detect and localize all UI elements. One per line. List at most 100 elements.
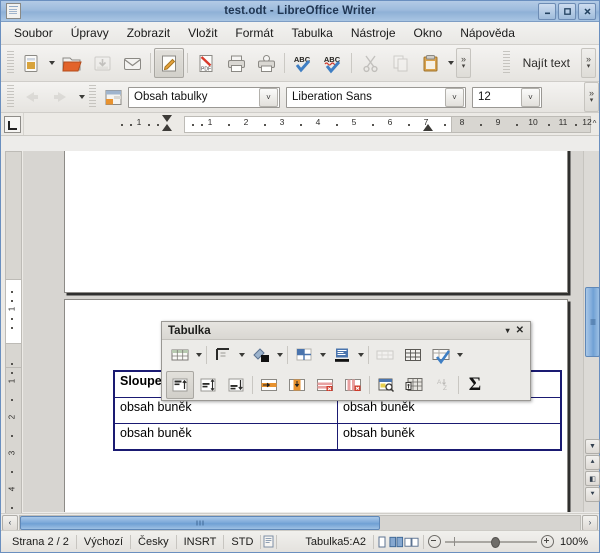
multi-page-view-icon[interactable] xyxy=(389,535,404,549)
border-color-dropdown[interactable] xyxy=(275,342,285,368)
status-language[interactable]: Česky xyxy=(131,536,176,548)
background-color-icon[interactable] xyxy=(328,341,356,369)
zoom-out-icon[interactable] xyxy=(427,535,441,548)
email-document-icon[interactable] xyxy=(117,48,147,78)
scroll-left-button[interactable]: ‹ xyxy=(2,514,18,531)
horizontal-scrollbar-track[interactable] xyxy=(19,514,581,531)
table-cell[interactable]: obsah buněk xyxy=(113,423,338,451)
delete-row-icon[interactable] xyxy=(311,371,339,399)
close-icon[interactable]: ✕ xyxy=(516,325,524,336)
formatting-history-dropdown[interactable] xyxy=(76,83,87,111)
borders-dropdown[interactable] xyxy=(318,342,328,368)
chevron-down-icon[interactable]: ˅ xyxy=(521,87,540,107)
paragraph-style-combo[interactable]: Obsah tabulky ˅ xyxy=(128,86,280,108)
new-document-icon[interactable] xyxy=(16,48,46,78)
tab-stop-selector[interactable] xyxy=(1,113,24,135)
copy-icon[interactable] xyxy=(385,48,415,78)
font-name-combo[interactable]: Liberation Sans ˅ xyxy=(286,86,466,108)
zoom-control[interactable]: 100% xyxy=(424,535,592,548)
insert-table-icon[interactable] xyxy=(166,341,194,369)
scroll-down-icon[interactable]: ▼ xyxy=(585,439,600,454)
insert-row-icon[interactable] xyxy=(255,371,283,399)
menu-nastroje[interactable]: Nástroje xyxy=(342,24,405,42)
document-canvas[interactable]: Sloupec 1 Sloupec 2 obsah buněk obsah bu… xyxy=(24,151,583,512)
merge-cells-icon[interactable] xyxy=(371,341,399,369)
menu-soubor[interactable]: Soubor xyxy=(5,24,62,42)
border-color-icon[interactable] xyxy=(247,341,275,369)
formatting-toolbar-overflow[interactable]: » ▾ xyxy=(584,82,599,112)
align-bottom-icon[interactable] xyxy=(222,371,250,399)
status-selection-mode[interactable]: STD xyxy=(224,536,260,548)
status-table-cell[interactable]: Tabulka5:A2 xyxy=(277,536,373,548)
status-page[interactable]: Strana 2 / 2 xyxy=(5,536,76,548)
arrow-back-icon[interactable] xyxy=(16,82,46,112)
left-indent-marker[interactable] xyxy=(162,124,172,131)
menu-format[interactable]: Formát xyxy=(226,24,282,42)
borders-icon[interactable] xyxy=(290,341,318,369)
export-pdf-icon[interactable]: PDF xyxy=(191,48,221,78)
spelling-icon[interactable]: ABC xyxy=(288,48,318,78)
table-toolbar-window[interactable]: Tabulka ▾ ✕ A Z Σ xyxy=(161,321,531,401)
table-cell[interactable]: obsah buněk xyxy=(113,397,338,424)
menu-tabulka[interactable]: Tabulka xyxy=(282,24,341,42)
right-indent-marker[interactable] xyxy=(423,124,433,131)
find-toolbar-overflow[interactable]: » ▾ xyxy=(581,48,596,78)
scroll-right-button[interactable]: › xyxy=(582,514,598,531)
next-page-icon[interactable]: ⯆ xyxy=(585,487,600,502)
insert-column-icon[interactable] xyxy=(283,371,311,399)
zoom-slider[interactable] xyxy=(444,536,537,548)
table-row[interactable]: obsah buněk obsah buněk xyxy=(113,423,562,451)
sum-icon[interactable]: Σ xyxy=(461,371,489,399)
book-view-icon[interactable] xyxy=(404,535,419,549)
cut-icon[interactable] xyxy=(355,48,385,78)
line-style-dropdown[interactable] xyxy=(237,342,247,368)
status-insert-mode[interactable]: INSRT xyxy=(177,536,224,548)
align-top-icon[interactable] xyxy=(166,371,194,399)
close-button[interactable] xyxy=(578,2,596,20)
new-document-dropdown[interactable] xyxy=(46,49,57,77)
autospellcheck-icon[interactable]: ABC xyxy=(318,48,348,78)
menu-okno[interactable]: Okno xyxy=(405,24,452,42)
print-icon[interactable] xyxy=(221,48,251,78)
vertical-ruler[interactable]: 1 1 2 3 4 xyxy=(1,151,24,521)
autoformat-icon[interactable] xyxy=(427,341,455,369)
insert-table-dropdown[interactable] xyxy=(194,342,204,368)
menu-napoveda[interactable]: Nápověda xyxy=(451,24,524,42)
table-cell[interactable]: obsah buněk xyxy=(337,397,562,424)
paragraph-style-icon[interactable] xyxy=(98,82,128,112)
save-document-icon[interactable] xyxy=(87,48,117,78)
menu-upravy[interactable]: Úpravy xyxy=(62,24,118,42)
split-cells-icon[interactable] xyxy=(399,341,427,369)
chevron-down-icon[interactable]: ˅ xyxy=(445,87,464,107)
zoom-level[interactable]: 100% xyxy=(558,536,588,548)
align-center-vertical-icon[interactable] xyxy=(194,371,222,399)
open-document-icon[interactable] xyxy=(57,48,87,78)
chevron-down-icon[interactable]: ˅ xyxy=(259,87,278,107)
vertical-scrollbar[interactable]: ▼ ⯅ ◧ ⯆ xyxy=(583,151,600,512)
font-size-combo[interactable]: 12 ˅ xyxy=(472,86,542,108)
table-cell[interactable]: obsah buněk xyxy=(337,423,562,451)
line-style-icon[interactable] xyxy=(209,341,237,369)
horizontal-ruler[interactable]: 1 1 2 3 4 5 6 7 8 9 10 11 12 ^ xyxy=(24,113,599,135)
horizontal-scrollbar-thumb[interactable] xyxy=(20,515,381,530)
document-modified-icon[interactable] xyxy=(261,535,276,549)
print-preview-icon[interactable] xyxy=(251,48,281,78)
find-toolbar-grip[interactable] xyxy=(502,51,510,75)
formatting-toolbar-grip[interactable] xyxy=(7,85,14,109)
horizontal-scrollbar[interactable]: ‹ › xyxy=(1,513,599,531)
autoformat-dropdown[interactable] xyxy=(455,342,465,368)
menu-zobrazit[interactable]: Zobrazit xyxy=(118,24,179,42)
navigation-icon[interactable]: ◧ xyxy=(585,471,600,486)
minimize-button[interactable] xyxy=(538,2,556,20)
previous-page-icon[interactable]: ⯅ xyxy=(585,455,600,470)
standard-toolbar-overflow[interactable]: » ▾ xyxy=(456,48,471,78)
chevron-down-icon[interactable]: ▾ xyxy=(506,326,510,335)
first-line-indent-marker[interactable] xyxy=(162,115,172,122)
table-properties-icon[interactable] xyxy=(372,371,400,399)
maximize-button[interactable] xyxy=(558,2,576,20)
menu-vlozit[interactable]: Vložit xyxy=(179,24,226,42)
sort-icon[interactable]: A Z xyxy=(428,371,456,399)
ruler-scroll-up[interactable]: ^ xyxy=(590,115,599,131)
toolbar-grip[interactable] xyxy=(7,51,14,75)
vertical-scrollbar-thumb[interactable] xyxy=(585,287,600,357)
